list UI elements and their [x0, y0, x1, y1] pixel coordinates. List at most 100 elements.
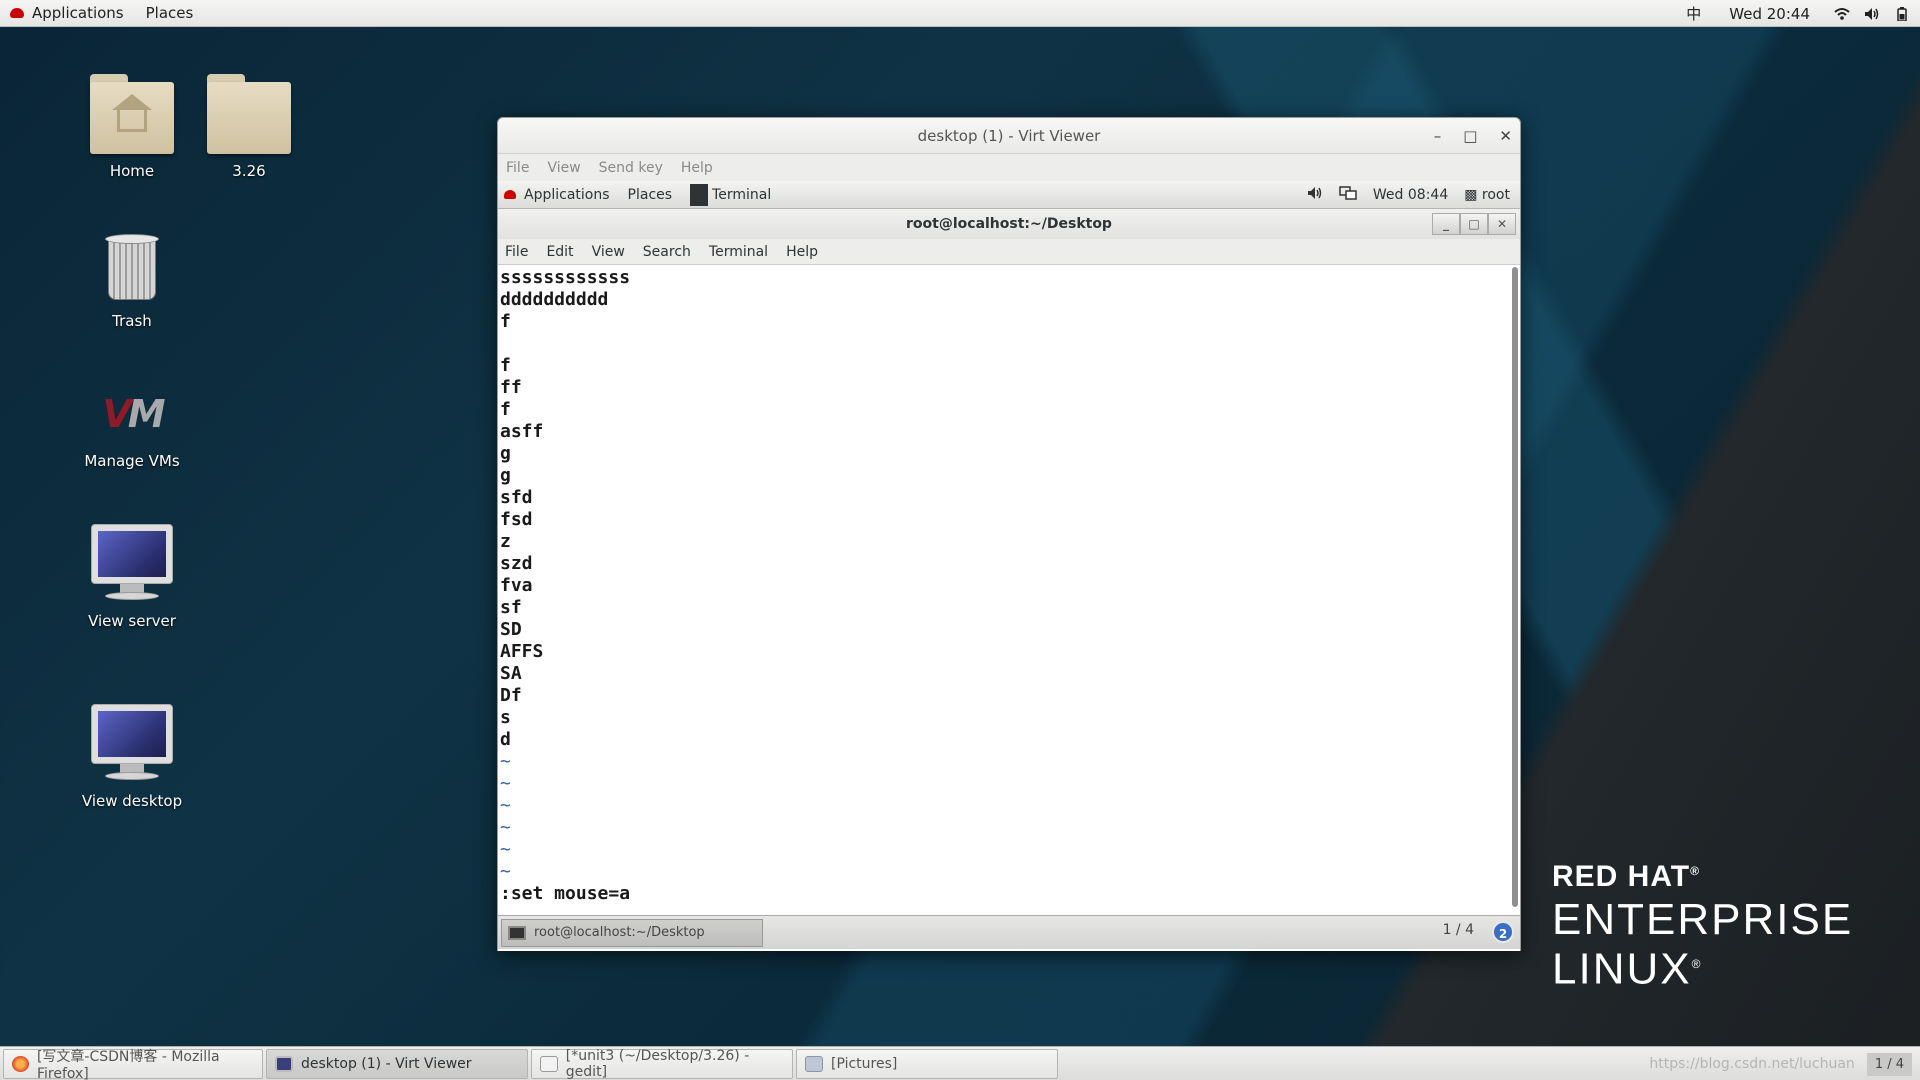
guest-workspace-pager[interactable]: 1 / 4 — [1443, 922, 1474, 938]
terminal-titlebar[interactable]: root@localhost:~/Desktop _ □ ✕ — [498, 209, 1520, 239]
terminal-line: f — [500, 399, 511, 420]
menu-send-key[interactable]: Send key — [599, 160, 663, 176]
terminal-minimize-button[interactable]: _ — [1432, 213, 1460, 235]
maximize-button[interactable]: □ — [1463, 118, 1477, 154]
vim-empty-line: ~ — [500, 751, 511, 772]
desktop-icon-home[interactable]: Home — [67, 74, 197, 180]
home-folder-icon — [90, 74, 174, 154]
rhel-branding: RED HAT® ENTERPRISE LINUX® — [1552, 860, 1854, 994]
terminal-menu-file[interactable]: File — [505, 244, 528, 260]
terminal-menu-terminal[interactable]: Terminal — [709, 244, 768, 260]
terminal-line: sf — [500, 597, 522, 618]
monitor-icon — [275, 1055, 293, 1072]
task-virt-viewer[interactable]: desktop (1) - Virt Viewer — [266, 1048, 528, 1079]
terminal-content[interactable]: ssssssssssss dddddddddd f f ff f asff g g sfd fsd z… — [498, 265, 1520, 915]
vim-empty-line: ~ — [500, 795, 511, 816]
clock[interactable]: Wed 20:44 — [1729, 5, 1810, 23]
desktop-icon-view-server[interactable]: View server — [67, 524, 197, 630]
terminal-menu-search[interactable]: Search — [643, 244, 691, 260]
terminal-close-button[interactable]: ✕ — [1488, 213, 1516, 235]
task-gedit[interactable]: [*unit3 (~/Desktop/3.26) - gedit] — [531, 1048, 793, 1080]
branding-line1: RED HAT — [1552, 860, 1691, 893]
menu-file[interactable]: File — [506, 160, 529, 176]
terminal-line: dddddddddd — [500, 289, 609, 310]
redhat-icon — [504, 190, 516, 199]
terminal-line: s — [500, 707, 511, 728]
branding-line2: ENTERPRISE — [1552, 895, 1854, 944]
desktop-icon-trash[interactable]: Trash — [67, 224, 197, 330]
desktop-icon-label: Trash — [112, 312, 152, 330]
terminal-title: root@localhost:~/Desktop — [906, 216, 1112, 232]
menu-view[interactable]: View — [547, 160, 580, 176]
firefox-icon — [12, 1055, 29, 1072]
terminal-line: AFFS — [500, 641, 544, 662]
bottom-taskbar: [写文章-CSDN博客 - Mozilla Firefox] desktop (… — [0, 1046, 1920, 1080]
close-button[interactable]: ✕ — [1499, 118, 1512, 154]
guest-places-menu[interactable]: Places — [628, 187, 673, 203]
top-panel: Applications Places 中 Wed 20:44 — [0, 0, 1920, 27]
virt-viewer-menubar: File View Send key Help — [498, 154, 1520, 181]
monitor-icon — [91, 524, 173, 604]
branding-line3: LINUX — [1552, 944, 1692, 994]
virt-viewer-window[interactable]: desktop (1) - Virt Viewer – □ ✕ File Vie… — [497, 117, 1521, 951]
terminal-menu-help[interactable]: Help — [786, 244, 818, 260]
guest-top-panel: Applications Places Terminal Wed 08:44 ▩… — [498, 181, 1520, 209]
wifi-icon[interactable] — [1834, 7, 1850, 21]
trash-icon — [102, 224, 162, 304]
desktop-icon-label: View server — [88, 612, 176, 630]
minimize-button[interactable]: – — [1434, 118, 1442, 154]
guest-task-terminal[interactable]: root@localhost:~/Desktop — [501, 918, 763, 947]
terminal-menu-edit[interactable]: Edit — [546, 244, 573, 260]
desktop-icon-folder-3-26[interactable]: 3.26 — [184, 74, 314, 180]
vm-logo-icon: VM — [102, 392, 165, 436]
applications-menu[interactable]: Applications — [32, 4, 124, 22]
guest-applications-menu[interactable]: Applications — [524, 187, 610, 203]
virt-viewer-titlebar[interactable]: desktop (1) - Virt Viewer – □ ✕ — [498, 118, 1520, 154]
desktop-icon-label: Home — [109, 162, 155, 180]
volume-icon[interactable] — [1864, 7, 1880, 21]
desktop-icon-label: 3.26 — [232, 162, 266, 180]
terminal-icon — [508, 925, 526, 940]
terminal-line: asff — [500, 421, 544, 442]
watermark: https://blog.csdn.net/luchuan — [1649, 1056, 1855, 1072]
desktop-icon-view-desktop[interactable]: View desktop — [67, 704, 197, 810]
task-pictures[interactable]: [Pictures] — [796, 1048, 1058, 1079]
notification-badge[interactable]: 2 — [1492, 921, 1514, 943]
terminal-menubar: File Edit View Search Terminal Help — [498, 239, 1520, 265]
input-method-indicator[interactable]: 中 — [1686, 3, 1701, 24]
guest-display[interactable]: Applications Places Terminal Wed 08:44 ▩… — [498, 181, 1520, 951]
terminal-scrollbar[interactable] — [1512, 267, 1518, 907]
terminal-line: fva — [500, 575, 533, 596]
terminal-line: Df — [500, 685, 522, 706]
vim-command-line[interactable]: :set mouse=a — [500, 883, 1520, 905]
desktop-icon-label: View desktop — [81, 792, 183, 810]
terminal-maximize-button[interactable]: □ — [1460, 213, 1488, 235]
guest-terminal-launcher[interactable]: Terminal — [690, 183, 771, 206]
vim-empty-line: ~ — [500, 773, 511, 794]
terminal-line: f — [500, 355, 511, 376]
terminal-menu-view[interactable]: View — [592, 244, 625, 260]
workspace-pager[interactable]: 1 / 4 — [1866, 1052, 1912, 1076]
window-title: desktop (1) - Virt Viewer — [917, 127, 1101, 145]
terminal-line: ssssssssssss — [500, 267, 631, 288]
file-manager-icon — [805, 1055, 823, 1072]
desktop-icon-label: Manage VMs — [84, 452, 180, 470]
vim-empty-line: ~ — [500, 861, 511, 882]
terminal-line: g — [500, 465, 511, 486]
guest-user-menu[interactable]: ▩ root — [1464, 187, 1510, 203]
places-menu[interactable]: Places — [146, 4, 194, 22]
terminal-line: sfd — [500, 487, 533, 508]
volume-icon[interactable] — [1307, 186, 1323, 204]
terminal-line: g — [500, 443, 511, 464]
user-icon: ▩ — [1464, 187, 1478, 203]
desktop-icon-manage-vms[interactable]: VM Manage VMs — [67, 384, 197, 470]
terminal-line: szd — [500, 553, 533, 574]
battery-icon[interactable] — [1894, 6, 1910, 22]
task-firefox[interactable]: [写文章-CSDN博客 - Mozilla Firefox] — [3, 1048, 263, 1080]
terminal-icon — [690, 183, 709, 206]
menu-help[interactable]: Help — [681, 160, 713, 176]
redhat-icon — [10, 8, 24, 18]
network-icon[interactable] — [1339, 186, 1357, 204]
guest-clock[interactable]: Wed 08:44 — [1373, 187, 1448, 203]
